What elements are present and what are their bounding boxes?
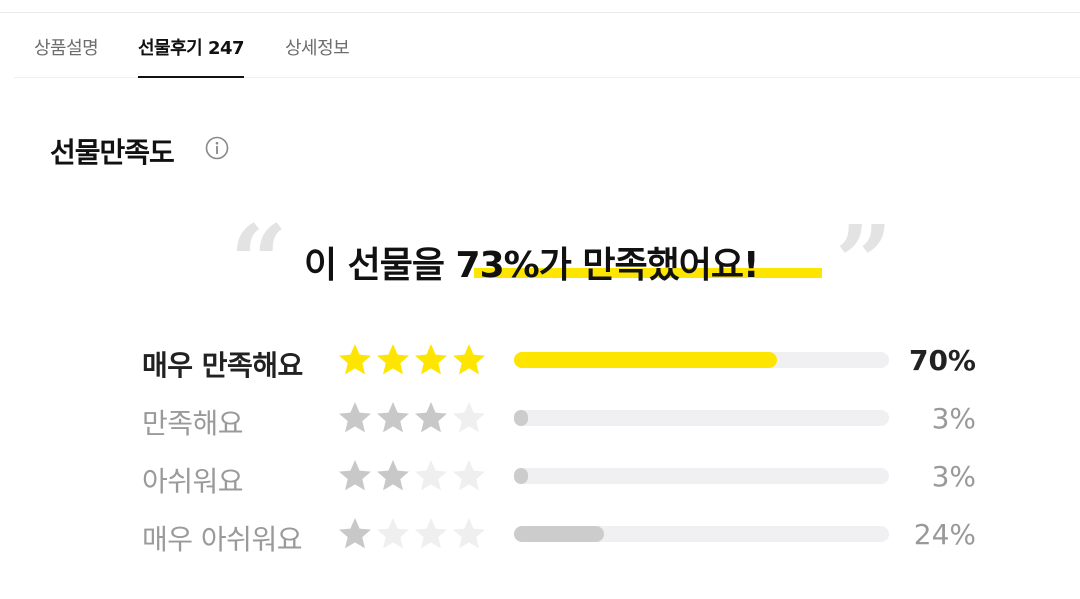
star-rating xyxy=(337,456,489,496)
open-quote-icon: “ xyxy=(230,203,288,321)
tab-bar: 상품설명 선물후기 247 상세정보 xyxy=(14,14,1080,78)
rating-label: 만족해요 xyxy=(142,407,244,440)
rating-row: 아쉬워요 3% xyxy=(142,456,982,500)
percent-bar xyxy=(514,352,889,368)
satisfaction-headline: 이 선물을 73%가 만족했어요! xyxy=(304,236,760,288)
percent-bar-fill xyxy=(514,352,777,368)
rating-label: 아쉬워요 xyxy=(142,465,244,498)
star-filled-icon xyxy=(339,344,371,375)
percent-bar xyxy=(514,526,889,542)
star-filled-icon xyxy=(453,344,485,375)
percent-label: 70% xyxy=(908,344,976,377)
star-filled-icon xyxy=(377,402,409,433)
star-empty-icon xyxy=(453,460,485,491)
star-filled-icon xyxy=(339,518,371,549)
section-title: 선물만족도 xyxy=(50,136,175,169)
star-empty-icon xyxy=(453,518,485,549)
star-rating xyxy=(337,398,489,438)
rating-label: 매우 만족해요 xyxy=(142,349,303,382)
percent-label: 3% xyxy=(931,402,976,435)
info-icon[interactable] xyxy=(205,136,229,160)
rating-row: 매우 만족해요 70% xyxy=(142,340,982,384)
headline-prefix: 이 선물을 xyxy=(304,245,456,286)
tab-detail-info[interactable]: 상세정보 xyxy=(285,34,350,60)
tab-product-description[interactable]: 상품설명 xyxy=(34,34,99,60)
star-empty-icon xyxy=(453,402,485,433)
headline-highlight: 73%가 만족했어요! xyxy=(455,245,760,286)
percent-bar-fill xyxy=(514,468,528,484)
top-divider xyxy=(0,12,1080,13)
star-filled-icon xyxy=(377,344,409,375)
percent-bar-fill xyxy=(514,526,604,542)
rating-row: 만족해요 3% xyxy=(142,398,982,442)
star-empty-icon xyxy=(377,518,409,549)
rating-label: 매우 아쉬워요 xyxy=(142,523,302,556)
percent-label: 3% xyxy=(931,460,976,493)
star-filled-icon xyxy=(339,402,371,433)
star-filled-icon xyxy=(415,402,447,433)
percent-label: 24% xyxy=(913,518,976,551)
star-filled-icon xyxy=(377,460,409,491)
star-rating xyxy=(337,340,489,380)
star-empty-icon xyxy=(415,518,447,549)
percent-bar xyxy=(514,468,889,484)
tab-gift-reviews[interactable]: 선물후기 247 xyxy=(138,34,245,78)
star-empty-icon xyxy=(415,460,447,491)
rating-row: 매우 아쉬워요 24% xyxy=(142,514,982,558)
close-quote-icon: ” xyxy=(835,203,893,321)
percent-bar-fill xyxy=(514,410,528,426)
percent-bar xyxy=(514,410,889,426)
star-rating xyxy=(337,514,489,554)
star-filled-icon xyxy=(415,344,447,375)
star-filled-icon xyxy=(339,460,371,491)
